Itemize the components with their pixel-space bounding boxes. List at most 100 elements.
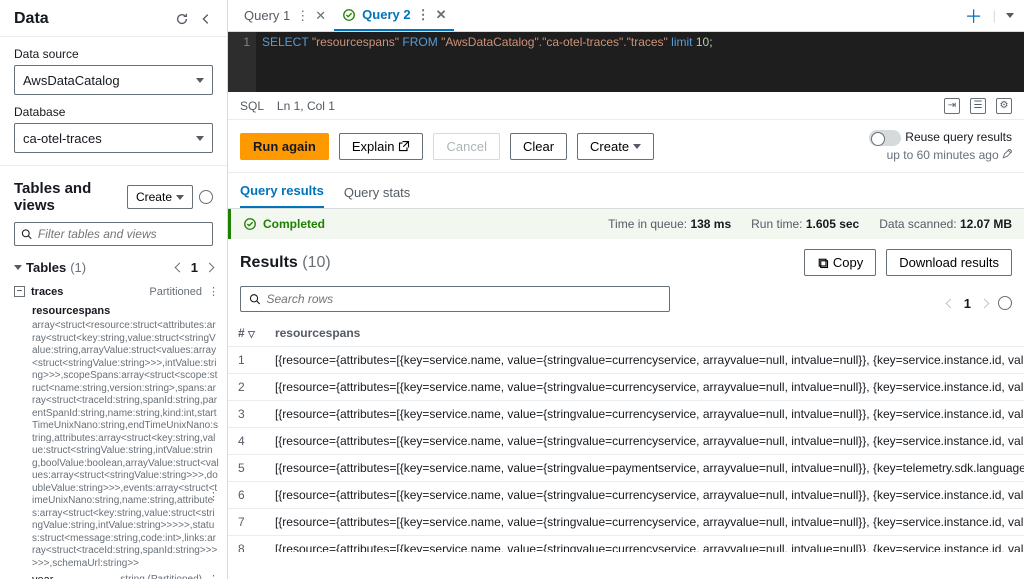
row-value: [{resource={attributes=[{key=service.nam… (265, 536, 1024, 553)
table-row[interactable]: 8[{resource={attributes=[{key=service.na… (228, 536, 1024, 553)
table-row[interactable]: 4[{resource={attributes=[{key=service.na… (228, 428, 1024, 455)
results-count: (10) (302, 254, 330, 271)
editor-lang: SQL (240, 99, 264, 113)
completed-label: Completed (263, 217, 325, 231)
row-value: [{resource={attributes=[{key=service.nam… (265, 428, 1024, 455)
add-tab-button[interactable]: ＋ (965, 3, 983, 29)
tab-query-1[interactable]: Query 1 ⋮ ✕ (236, 0, 334, 31)
cursor-position: Ln 1, Col 1 (277, 99, 335, 113)
column-name[interactable]: year (32, 574, 53, 579)
refresh-icon[interactable] (175, 12, 189, 26)
list-icon[interactable]: ☰ (970, 98, 986, 114)
table-row[interactable]: 1[{resource={attributes=[{key=service.na… (228, 347, 1024, 374)
database-select[interactable]: ca-otel-traces (14, 123, 213, 153)
reuse-sublabel: up to 60 minutes ago (887, 148, 999, 162)
run-again-button[interactable]: Run again (240, 133, 329, 160)
clear-button[interactable]: Clear (510, 133, 567, 160)
run-time: 1.605 sec (806, 217, 859, 231)
line-number: 1 (228, 32, 256, 92)
prev-page-icon[interactable] (174, 263, 184, 273)
tab-menu-icon[interactable] (1006, 13, 1014, 18)
collapse-table-icon[interactable]: − (14, 286, 25, 297)
search-icon (249, 293, 260, 305)
column-more-icon[interactable]: ⋮ (208, 490, 219, 503)
row-number: 3 (228, 401, 265, 428)
database-label: Database (14, 105, 213, 119)
next-page-icon[interactable] (205, 263, 215, 273)
next-results-icon[interactable] (980, 298, 990, 308)
search-rows-input[interactable] (240, 286, 670, 312)
table-more-icon[interactable]: ⋮ (208, 285, 219, 298)
table-row[interactable]: 7[{resource={attributes=[{key=service.na… (228, 509, 1024, 536)
column-schema: array<struct<resource:struct<attributes:… (32, 320, 219, 570)
row-value: [{resource={attributes=[{key=service.nam… (265, 374, 1024, 401)
edit-icon[interactable] (1002, 149, 1012, 159)
table-row[interactable]: 2[{resource={attributes=[{key=service.na… (228, 374, 1024, 401)
tables-page: 1 (191, 260, 198, 275)
tab-query-2[interactable]: Query 2 ⋮ ✕ (334, 0, 454, 31)
results-table: # ▽ resourcespans 1[{resource={attribute… (228, 320, 1024, 552)
datasource-value: AwsDataCatalog (23, 73, 120, 88)
row-number: 5 (228, 455, 265, 482)
close-icon[interactable]: ✕ (315, 8, 326, 24)
col-resourcespans[interactable]: resourcespans (265, 320, 1024, 347)
download-results-button[interactable]: Download results (886, 249, 1012, 276)
caret-down-icon (176, 195, 184, 200)
time-in-queue: 138 ms (690, 217, 731, 231)
partitioned-badge: Partitioned (149, 286, 202, 298)
search-icon (21, 228, 32, 240)
row-number: 8 (228, 536, 265, 553)
tab-query-results[interactable]: Query results (240, 183, 324, 208)
check-circle-icon (243, 217, 257, 231)
column-resourcespans[interactable]: resourcespans (32, 305, 110, 317)
table-row[interactable]: 3[{resource={attributes=[{key=service.na… (228, 401, 1024, 428)
row-number: 4 (228, 428, 265, 455)
caret-down-icon (196, 78, 204, 83)
column-more-icon[interactable]: ⋮ (208, 573, 219, 579)
results-page: 1 (964, 296, 971, 311)
cancel-button: Cancel (433, 133, 499, 160)
copy-icon (817, 257, 829, 269)
explain-button[interactable]: Explain (339, 133, 424, 160)
tables-count: (1) (70, 260, 86, 275)
data-scanned: 12.07 MB (960, 217, 1012, 231)
table-row[interactable]: 5[{resource={attributes=[{key=service.na… (228, 455, 1024, 482)
external-link-icon (398, 140, 410, 152)
row-value: [{resource={attributes=[{key=service.nam… (265, 509, 1024, 536)
gear-icon[interactable] (199, 190, 213, 204)
create-button[interactable]: Create (577, 133, 654, 160)
row-value: [{resource={attributes=[{key=service.nam… (265, 455, 1024, 482)
tables-views-heading: Tables and views (14, 180, 127, 214)
sql-editor[interactable]: 1 SELECT "resourcespans" FROM "AwsDataCa… (228, 32, 1024, 92)
table-name[interactable]: traces (31, 286, 63, 298)
row-number: 2 (228, 374, 265, 401)
tab-more-icon[interactable]: ⋮ (417, 7, 430, 23)
settings-icon[interactable]: ⚙ (996, 98, 1012, 114)
row-value: [{resource={attributes=[{key=service.nam… (265, 347, 1024, 374)
row-number: 7 (228, 509, 265, 536)
reuse-toggle[interactable] (869, 130, 901, 146)
close-icon[interactable]: ✕ (436, 7, 447, 23)
row-number: 6 (228, 482, 265, 509)
row-number: 1 (228, 347, 265, 374)
collapse-icon[interactable] (199, 12, 213, 26)
col-number[interactable]: # ▽ (228, 320, 265, 347)
database-value: ca-otel-traces (23, 131, 102, 146)
caret-down-icon (196, 136, 204, 141)
copy-button[interactable]: Copy (804, 249, 876, 276)
row-value: [{resource={attributes=[{key=service.nam… (265, 401, 1024, 428)
datasource-select[interactable]: AwsDataCatalog (14, 65, 213, 95)
table-row[interactable]: 6[{resource={attributes=[{key=service.na… (228, 482, 1024, 509)
gear-icon[interactable] (998, 296, 1012, 310)
reuse-label: Reuse query results (905, 130, 1012, 144)
expand-icon[interactable] (14, 265, 22, 270)
datasource-label: Data source (14, 47, 213, 61)
check-circle-icon (342, 8, 356, 22)
format-icon[interactable]: ⇥ (944, 98, 960, 114)
tab-more-icon[interactable]: ⋮ (296, 8, 309, 24)
filter-tables-input[interactable] (14, 222, 213, 246)
create-table-button[interactable]: Create (127, 185, 193, 209)
tab-query-stats[interactable]: Query stats (344, 185, 410, 208)
results-heading: Results (240, 254, 298, 271)
prev-results-icon[interactable] (945, 298, 955, 308)
